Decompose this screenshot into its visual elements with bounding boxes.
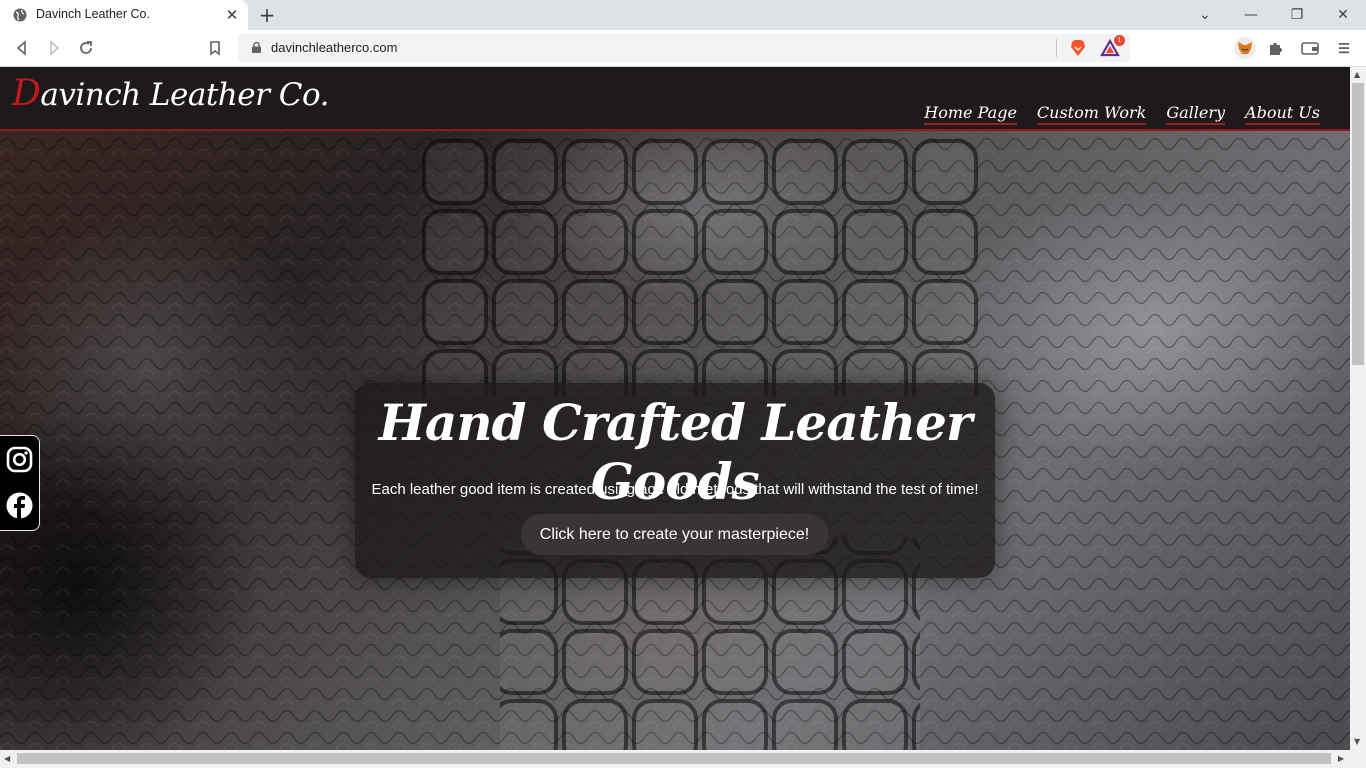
nav-about-us[interactable]: About Us	[1245, 103, 1320, 125]
scroll-down-arrow-icon[interactable]: ▼	[1354, 737, 1360, 747]
address-bar[interactable]: davinchleatherco.com 1	[238, 34, 1130, 62]
omnibox-divider	[1056, 39, 1057, 57]
logo-text: avinch Leather Co.	[40, 77, 329, 113]
social-sidebar	[0, 435, 40, 531]
browser-toolbar: davinchleatherco.com 1	[0, 30, 1366, 67]
brave-lion-icon[interactable]	[1068, 38, 1088, 58]
instagram-icon[interactable]	[6, 446, 33, 473]
nav-custom-work[interactable]: Custom Work	[1036, 103, 1147, 125]
hamburger-menu-icon	[1339, 43, 1349, 54]
tab-title: Davinch Leather Co.	[36, 7, 150, 21]
tab-search-icon[interactable]: ⌄	[1193, 3, 1217, 27]
wallet-icon[interactable]	[1300, 38, 1320, 58]
hero-subtitle: Each leather good item is created using …	[371, 481, 979, 498]
bookmark-button[interactable]	[205, 38, 225, 58]
main-nav: Home Page Custom Work Gallery About Us	[924, 103, 1320, 125]
hero-card: Hand Crafted Leather Goods Each leather …	[355, 383, 995, 578]
scroll-right-arrow-icon[interactable]: ▶	[1338, 754, 1344, 764]
facebook-icon[interactable]	[6, 492, 33, 519]
page-viewport: Davinch Leather Co. Home Page Custom Wor…	[0, 67, 1350, 750]
vertical-scrollbar[interactable]: ▲ ▼	[1350, 67, 1366, 750]
menu-button[interactable]	[1334, 38, 1354, 58]
nav-home-page[interactable]: Home Page	[924, 103, 1017, 125]
nav-gallery[interactable]: Gallery	[1166, 103, 1226, 125]
horizontal-scroll-thumb[interactable]	[17, 753, 1331, 764]
lock-icon	[252, 42, 261, 53]
tab-close-icon[interactable]: ✕	[223, 6, 241, 24]
url-text: davinchleatherco.com	[271, 40, 398, 55]
reload-button[interactable]	[76, 38, 96, 58]
back-button[interactable]	[12, 38, 32, 58]
create-masterpiece-button[interactable]: Click here to create your masterpiece!	[521, 514, 828, 555]
forward-button[interactable]	[44, 38, 64, 58]
site-header: Davinch Leather Co. Home Page Custom Wor…	[0, 67, 1350, 131]
back-icon	[16, 40, 26, 56]
puzzle-icon[interactable]	[1266, 38, 1286, 58]
site-logo[interactable]: Davinch Leather Co.	[12, 73, 329, 114]
metamask-fox-icon[interactable]	[1234, 37, 1256, 59]
browser-tab-active[interactable]: Davinch Leather Co. ✕	[0, 0, 248, 30]
rewards-badge: 1	[1114, 35, 1125, 46]
scroll-up-arrow-icon[interactable]: ▲	[1354, 70, 1360, 80]
minimize-button[interactable]: —	[1239, 3, 1263, 27]
vertical-scroll-thumb[interactable]	[1352, 83, 1364, 365]
globe-icon	[13, 8, 27, 22]
scroll-left-arrow-icon[interactable]: ◀	[4, 754, 10, 764]
restore-button[interactable]: ❐	[1285, 3, 1309, 27]
bookmark-icon	[210, 41, 220, 56]
logo-initial: D	[12, 73, 41, 114]
browser-tab-strip: Davinch Leather Co. ✕ + ⌄ — ❐ ✕	[0, 0, 1366, 30]
forward-icon	[50, 40, 60, 56]
new-tab-button[interactable]: +	[256, 4, 278, 26]
horizontal-scrollbar[interactable]: ◀ ▶	[0, 750, 1366, 768]
close-window-button[interactable]: ✕	[1331, 3, 1355, 27]
reload-icon	[80, 41, 92, 54]
